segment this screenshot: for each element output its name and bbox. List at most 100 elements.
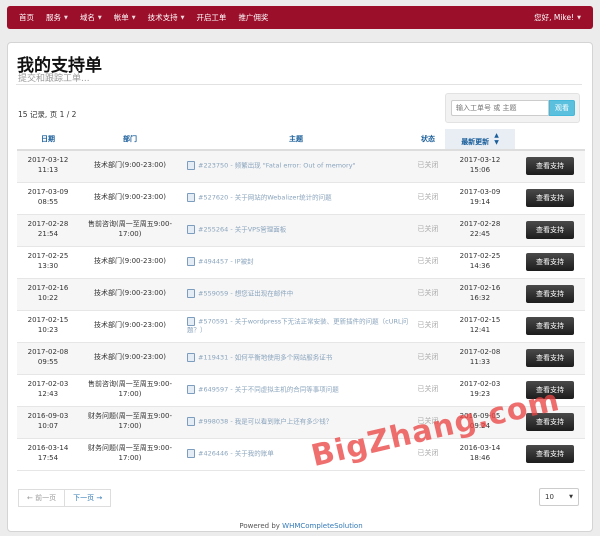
- ticket-subject[interactable]: #527620 - 关于网站的Webalizer统计的问题: [181, 182, 411, 215]
- column-header-date[interactable]: 日期: [17, 129, 79, 151]
- ticket-department: 售前咨询(周一至周五9:00-17:00): [79, 374, 181, 407]
- view-ticket-button[interactable]: 查看支持: [526, 189, 574, 207]
- ticket-date-day: 2017-03-12: [27, 156, 69, 165]
- ticket-updated-time: 11:33: [469, 358, 491, 366]
- document-icon: [187, 385, 195, 395]
- ticket-status: 已关闭: [411, 310, 445, 343]
- column-header-department[interactable]: 部门: [79, 129, 181, 151]
- ticket-date: 2017-02-28 21:54: [17, 214, 79, 247]
- ticket-last-updated: 2017-02-08 11:33: [445, 342, 515, 375]
- ticket-status: 已关闭: [411, 214, 445, 247]
- next-page-button[interactable]: 下一页 →: [65, 489, 112, 507]
- view-ticket-button[interactable]: 查看支持: [526, 317, 574, 335]
- ticket-subject[interactable]: #649597 - 关于不同虚拟主机的合同等事项问题: [181, 374, 411, 407]
- ticket-subject-link[interactable]: #223750 - 频繁出现 "Fatal error: Out of memo…: [198, 162, 356, 170]
- ticket-date-time: 12:43: [37, 390, 59, 398]
- nav-item-label: 技术支持: [147, 13, 178, 22]
- table-row[interactable]: 2017-02-08 09:55 技术部门(9:00-23:00) #119431 -…: [17, 342, 585, 375]
- table-row[interactable]: 2017-03-12 11:13 技术部门(9:00-23:00) #223750 -…: [17, 150, 585, 183]
- nav-item-5[interactable]: 开启工单: [196, 12, 226, 23]
- ticket-last-updated: 2017-02-28 22:45: [445, 214, 515, 247]
- ticket-last-updated: 2017-02-25 14:36: [445, 246, 515, 279]
- view-ticket-button[interactable]: 查看支持: [526, 285, 574, 303]
- ticket-date-day: 2017-02-28: [27, 220, 69, 229]
- table-row[interactable]: 2017-02-25 13:30 技术部门(9:00-23:00) #494457 -…: [17, 246, 585, 279]
- ticket-search-input[interactable]: [451, 100, 549, 116]
- nav-item-3[interactable]: 帐单 ▼: [114, 12, 136, 23]
- ticket-actions: 查看支持: [515, 182, 585, 215]
- ticket-department: 财务问题(周一至周五9:00-17:00): [79, 406, 181, 439]
- ticket-updated-time: 19:14: [469, 198, 491, 206]
- ticket-last-updated: 2017-02-16 16:32: [445, 278, 515, 311]
- ticket-updated-day: 2017-02-16: [459, 284, 501, 293]
- ticket-subject[interactable]: #223750 - 频繁出现 "Fatal error: Out of memo…: [181, 150, 411, 183]
- ticket-subject-link[interactable]: #649597 - 关于不同虚拟主机的合同等事项问题: [198, 386, 339, 394]
- ticket-department: 技术部门(9:00-23:00): [79, 310, 181, 343]
- ticket-subject[interactable]: #255264 - 关于VPS管理面板: [181, 214, 411, 247]
- nav-menu: 首页 服务 ▼ 域名 ▼ 帐单 ▼ 技术支持 ▼ 开启工单 推广佣奖: [13, 12, 274, 23]
- table-row[interactable]: 2017-03-09 08:55 技术部门(9:00-23:00) #527620 -…: [17, 182, 585, 215]
- pagination: ← 前一页 下一页 →: [18, 489, 112, 507]
- prev-page-button[interactable]: ← 前一页: [18, 489, 66, 507]
- ticket-subject[interactable]: #119431 - 如何平衡地使用多个网站服务证书: [181, 342, 411, 375]
- ticket-date-day: 2017-02-16: [27, 284, 69, 293]
- user-menu[interactable]: 您好, Mike! ▼: [534, 12, 581, 23]
- ticket-actions: 查看支持: [515, 246, 585, 279]
- column-header-subject[interactable]: 主题: [181, 129, 411, 151]
- table-row[interactable]: 2017-02-16 10:22 技术部门(9:00-23:00) #559059 -…: [17, 278, 585, 311]
- table-row[interactable]: 2017-02-28 21:54 售前咨询(周一至周五9:00-17:00) #255…: [17, 214, 585, 247]
- ticket-subject-link[interactable]: #426446 - 关于我的账单: [198, 450, 274, 458]
- ticket-date: 2017-02-16 10:22: [17, 278, 79, 311]
- document-icon: [187, 257, 195, 267]
- ticket-date: 2017-03-09 08:55: [17, 182, 79, 215]
- column-header-actions: [515, 129, 585, 151]
- nav-item-label: 开启工单: [196, 13, 227, 22]
- ticket-updated-day: 2017-02-03: [459, 380, 501, 389]
- ticket-date-time: 17:54: [37, 454, 59, 462]
- view-ticket-button[interactable]: 查看支持: [526, 221, 574, 239]
- nav-item-1[interactable]: 服务 ▼: [46, 12, 68, 23]
- ticket-subject-link[interactable]: #559059 - 想您证出现在邮件中: [198, 290, 293, 298]
- ticket-last-updated: 2017-02-15 12:41: [445, 310, 515, 343]
- ticket-last-updated: 2017-03-12 15:06: [445, 150, 515, 183]
- title-divider: [16, 84, 582, 85]
- ticket-updated-time: 19:23: [469, 390, 491, 398]
- view-ticket-button[interactable]: 查看支持: [526, 157, 574, 176]
- view-ticket-button[interactable]: 查看支持: [526, 253, 574, 271]
- ticket-status: 已关闭: [411, 246, 445, 279]
- nav-item-0[interactable]: 首页: [19, 12, 34, 23]
- ticket-subject-link[interactable]: #570591 - 关于wordpress下无法正常安装、更新插件的问题（cUR…: [187, 317, 408, 334]
- ticket-department: 售前咨询(周一至周五9:00-17:00): [79, 214, 181, 247]
- ticket-subject-link[interactable]: #998038 - 我是可以看到账户上还有多少钱？: [198, 418, 332, 426]
- nav-item-4[interactable]: 技术支持 ▼: [148, 12, 185, 23]
- ticket-subject[interactable]: #559059 - 想您证出现在邮件中: [181, 278, 411, 311]
- ticket-department: 技术部门(9:00-23:00): [79, 278, 181, 311]
- ticket-date-day: 2017-02-15: [27, 316, 69, 325]
- ticket-updated-time: 12:41: [469, 326, 491, 334]
- ticket-date-day: 2017-02-03: [27, 380, 69, 389]
- ticket-subject[interactable]: #570591 - 关于wordpress下无法正常安装、更新插件的问题（cUR…: [181, 310, 411, 343]
- per-page-select[interactable]: 10 ▼: [539, 488, 579, 506]
- ticket-subject[interactable]: #494457 - IP被封: [181, 246, 411, 279]
- view-ticket-button[interactable]: 查看支持: [526, 349, 574, 367]
- table-row[interactable]: 2017-02-15 10:23 技术部门(9:00-23:00) #570591 -…: [17, 310, 585, 343]
- view-ticket-button[interactable]: 查看支持: [526, 445, 574, 463]
- search-button[interactable]: 观看: [549, 100, 575, 116]
- column-header-status[interactable]: 状态: [411, 129, 445, 151]
- ticket-actions: 查看支持: [515, 310, 585, 343]
- ticket-department: 技术部门(9:00-23:00): [79, 342, 181, 375]
- column-header-last-updated[interactable]: 最新更新 ▲ ▼: [445, 129, 515, 151]
- document-icon: [187, 161, 195, 171]
- ticket-subject-link[interactable]: #255264 - 关于VPS管理面板: [198, 226, 286, 234]
- nav-item-2[interactable]: 域名 ▼: [80, 12, 102, 23]
- ticket-subject-link[interactable]: #494457 - IP被封: [198, 258, 254, 266]
- chevron-down-icon: ▼: [180, 14, 185, 21]
- ticket-subject-link[interactable]: #119431 - 如何平衡地使用多个网站服务证书: [198, 354, 332, 362]
- ticket-status: 已关闭: [411, 182, 445, 215]
- table-row[interactable]: 2016-03-14 17:54 财务问题(周一至周五9:00-17:00) #426…: [17, 438, 585, 471]
- ticket-subject-link[interactable]: #527620 - 关于网站的Webalizer统计的问题: [198, 194, 332, 202]
- ticket-status: 已关闭: [411, 374, 445, 407]
- ticket-updated-day: 2017-02-15: [459, 316, 501, 325]
- nav-item-6[interactable]: 推广佣奖: [238, 12, 268, 23]
- footer-link[interactable]: WHMCompleteSolution: [282, 522, 362, 530]
